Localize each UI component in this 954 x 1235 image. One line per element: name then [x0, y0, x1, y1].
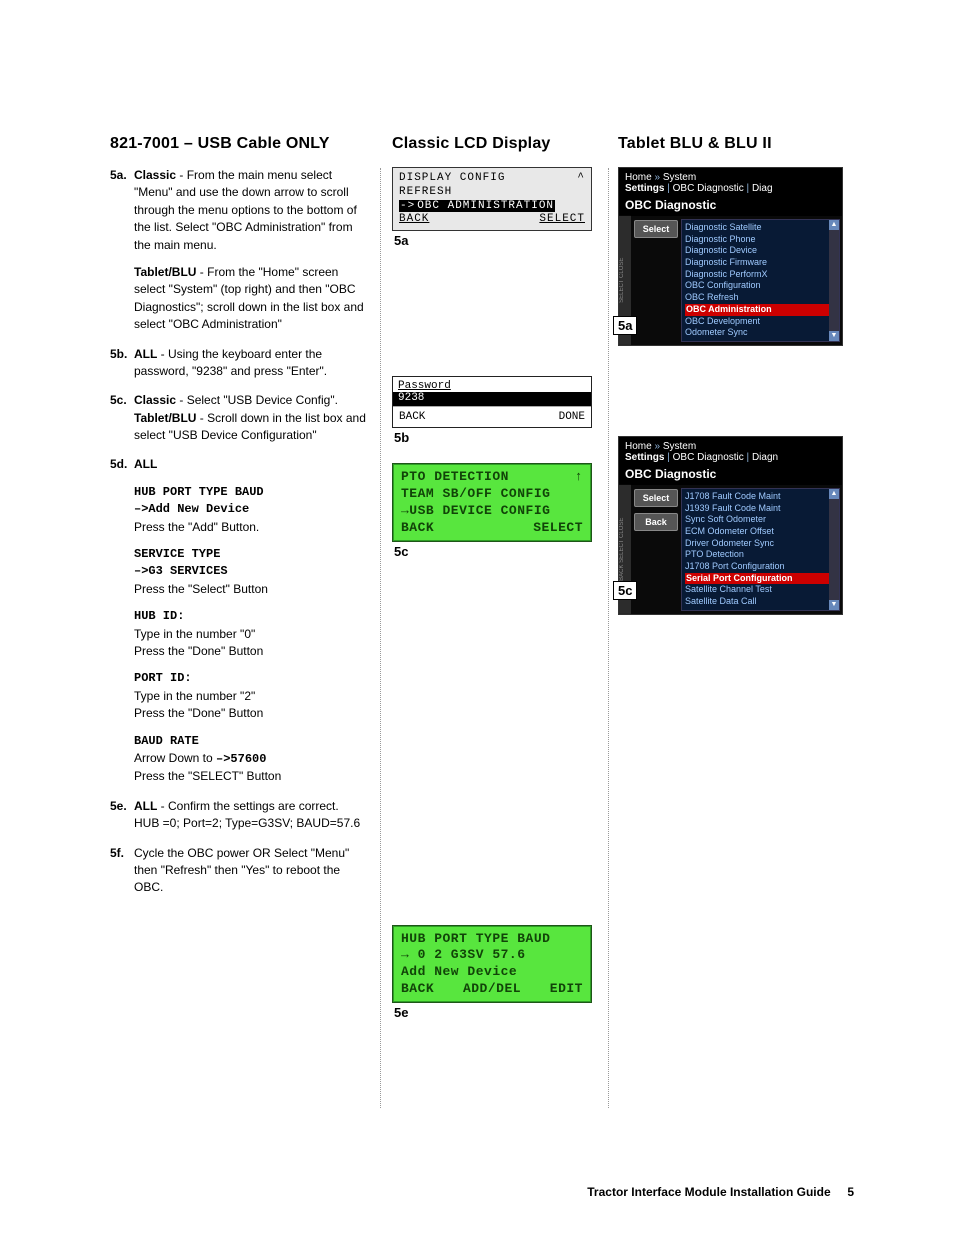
caption-5e: 5e	[394, 1005, 592, 1020]
select-button[interactable]: Select	[634, 489, 678, 507]
right-title: Tablet BLU & BLU II	[618, 135, 843, 153]
tablet-column: Tablet BLU & BLU II Home » System Settin…	[618, 135, 843, 1038]
classic-lcd-column: Classic LCD Display DISPLAY CONFIG^ REFR…	[392, 135, 592, 1038]
lcd-5e: HUB PORT TYPE BAUD → 0 2 G3SV 57.6 Add N…	[392, 925, 592, 1004]
left-title: 821-7001 – USB Cable ONLY	[110, 135, 366, 153]
diagnostic-list-5c[interactable]: J1708 Fault Code MaintJ1939 Fault Code M…	[682, 489, 839, 610]
caption-5b: 5b	[394, 430, 592, 445]
scroll-up-icon[interactable]: ▲	[829, 489, 839, 499]
page-footer: Tractor Interface Module Installation Gu…	[587, 1185, 854, 1199]
tablet-shot-5a: Home » System Settings | OBC Diagnostic …	[618, 167, 843, 346]
lcd-5c: PTO DETECTION↑ TEAM SB/OFF CONFIG →USB D…	[392, 463, 592, 542]
scroll-down-icon[interactable]: ▼	[829, 331, 839, 341]
caret-up-icon: ^	[577, 172, 585, 186]
lcd-5a: DISPLAY CONFIG^ REFRESH ->OBC ADMINISTRA…	[392, 167, 592, 231]
step-5c: 5c. Classic - Select "USB Device Config"…	[110, 392, 366, 444]
scrollbar[interactable]: ▲ ▼	[829, 220, 839, 341]
caption-5c: 5c	[394, 544, 592, 559]
step-5d: 5d. ALL HUB PORT TYPE BAUD –>Add New Dev…	[110, 456, 366, 785]
instructions-column: 821-7001 – USB Cable ONLY 5a. Classic - …	[110, 135, 366, 1038]
callout-5a: 5a	[613, 316, 637, 335]
scroll-down-icon[interactable]: ▼	[829, 600, 839, 610]
mid-title: Classic LCD Display	[392, 135, 592, 153]
lcd-5b: Password 9238 BACKDONE	[392, 376, 592, 428]
step-5e: 5e. ALL - Confirm the settings are corre…	[110, 798, 366, 833]
diagnostic-list-5a[interactable]: Diagnostic SatelliteDiagnostic PhoneDiag…	[682, 220, 839, 341]
caption-5a: 5a	[394, 233, 592, 248]
step-5b: 5b. ALL - Using the keyboard enter the p…	[110, 346, 366, 381]
column-divider-1	[380, 168, 381, 1108]
select-button[interactable]: Select	[634, 220, 678, 238]
arrow-up-icon: ↑	[575, 469, 583, 486]
tablet-shot-5c: Home » System Settings | OBC Diagnostic …	[618, 436, 843, 615]
scroll-up-icon[interactable]: ▲	[829, 220, 839, 230]
column-divider-2	[608, 168, 609, 1108]
back-button[interactable]: Back	[634, 513, 678, 531]
scrollbar[interactable]: ▲ ▼	[829, 489, 839, 610]
step-5a: 5a. Classic - From the main menu select …	[110, 167, 366, 334]
step-5f: 5f. Cycle the OBC power OR Select "Menu"…	[110, 845, 366, 897]
callout-5c: 5c	[613, 581, 637, 600]
